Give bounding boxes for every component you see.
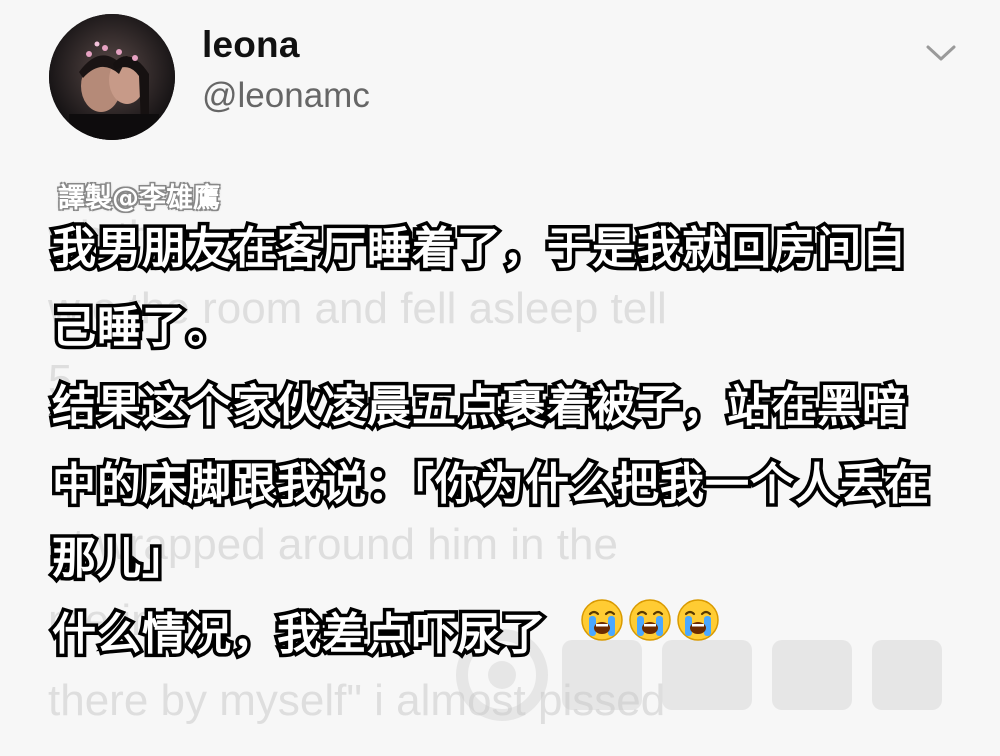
display-name[interactable]: leona <box>202 24 300 66</box>
loudly-crying-face-emoji <box>677 599 719 641</box>
loudly-crying-face-emoji <box>629 599 671 641</box>
tweet-screenshot: leona @leonamc wh the w o the room and f… <box>0 0 1000 756</box>
avatar-photo <box>49 14 175 140</box>
subtitle-line: 我男朋友在客厅睡着了，于是我就回房间自 <box>49 220 910 278</box>
avatar[interactable] <box>49 14 175 140</box>
chevron-down-icon[interactable] <box>924 40 958 66</box>
subtitle-line: 己睡了。 <box>49 299 235 357</box>
emoji-group <box>580 598 720 642</box>
subtitle-line: 什么情况，我差点吓尿了 <box>49 606 550 664</box>
translator-credit: 譯製@李雄鷹 <box>58 183 220 214</box>
subtitle-line: 那儿」 <box>49 530 190 588</box>
subtitle-line: 中的床脚跟我说：「你为什么把我一个人丢在 <box>49 456 933 514</box>
user-handle[interactable]: @leonamc <box>202 76 370 116</box>
loudly-crying-face-emoji <box>581 599 623 641</box>
subtitle-line: 结果这个家伙凌晨五点裹着被子，站在黑暗 <box>49 378 910 436</box>
